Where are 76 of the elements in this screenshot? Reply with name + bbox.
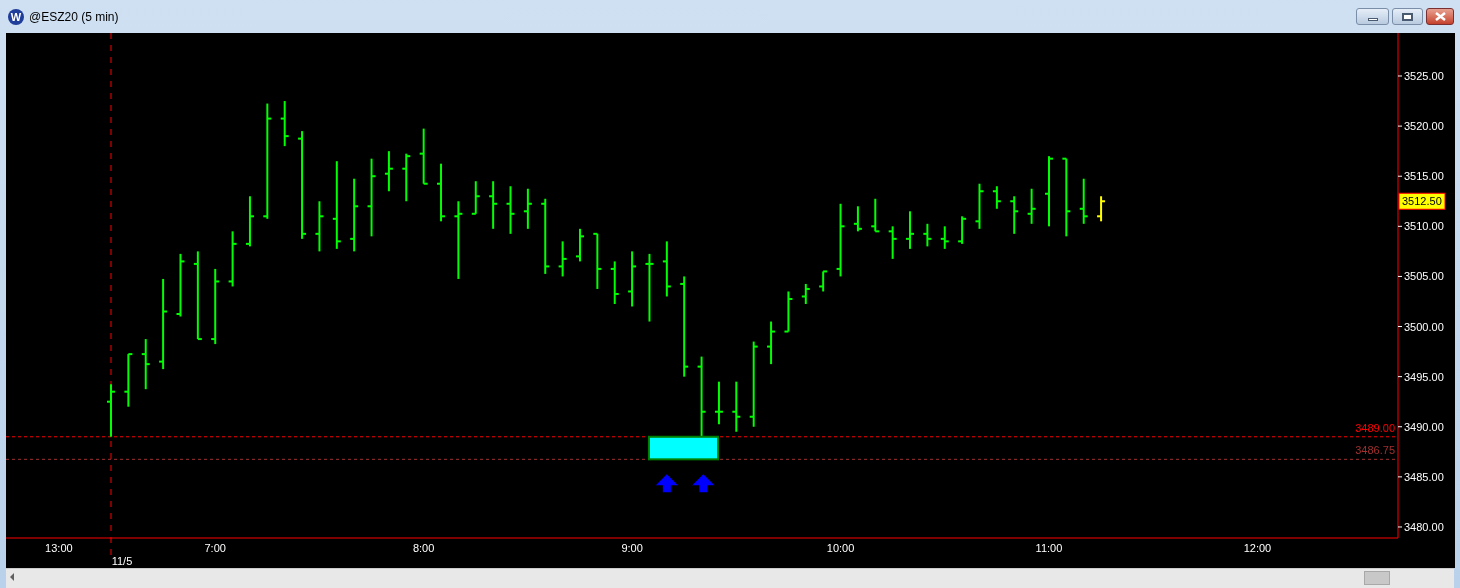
price-axis-label: 3520.00 [1404, 120, 1444, 133]
ohlc-bar [140, 338, 151, 391]
price-axis-label: 3525.00 [1404, 70, 1444, 82]
time-axis-label: 10:00 [826, 542, 855, 554]
ohlc-bar [575, 227, 585, 263]
ohlc-bar [870, 197, 881, 233]
ohlc-bar [609, 260, 620, 305]
ohlc-bar [505, 185, 516, 235]
ohlc-bar [818, 270, 829, 293]
ohlc-bar [852, 205, 863, 233]
time-axis-label: 9:00 [621, 542, 643, 554]
ohlc-bar [592, 232, 603, 290]
ohlc-bar [314, 200, 325, 253]
maximize-button[interactable] [1392, 8, 1423, 25]
date-label: 11/5 [111, 555, 133, 567]
ohlc-bar [436, 162, 447, 223]
ohlc-bar [488, 180, 499, 230]
up-arrow-icon [655, 474, 678, 493]
app-logo: W [8, 9, 24, 25]
ohlc-bar [766, 320, 777, 366]
price-axis-label: 3480.00 [1404, 521, 1444, 533]
ohlc-bar [922, 222, 933, 248]
price-axis-label: 3510.00 [1404, 220, 1444, 233]
ohlc-bar [783, 290, 794, 333]
time-axis-label: 7:00 [204, 542, 226, 554]
price-axis-label: 3485.00 [1404, 470, 1444, 483]
ohlc-bar [175, 252, 186, 318]
ohlc-bar [557, 240, 568, 278]
ohlc-bar [661, 240, 672, 298]
ohlc-bar [905, 210, 915, 250]
ohlc-bar [418, 127, 429, 185]
up-arrow-icon [692, 474, 715, 493]
time-axis-label: 12:00 [1243, 542, 1272, 554]
ohlc-bar [279, 100, 290, 148]
close-button[interactable] [1426, 8, 1454, 25]
ohlc-bar [939, 225, 950, 250]
horizontal-scrollbar[interactable] [6, 568, 1454, 588]
price-level-label: 3486.75 [1355, 444, 1395, 457]
price-axis-label: 3515.00 [1404, 170, 1444, 183]
last-price-tag: 3512.50 [1398, 192, 1446, 210]
close-icon [1434, 12, 1446, 21]
ohlc-bar [731, 380, 742, 433]
ohlc-bar [383, 150, 394, 193]
time-axis-label: 8:00 [412, 542, 435, 554]
ohlc-bar [227, 230, 238, 288]
scroll-left-icon [10, 573, 14, 581]
ohlc-bar [713, 380, 724, 426]
price-axis-label: 3505.00 [1404, 270, 1444, 283]
minimize-icon [1367, 17, 1378, 21]
price-axis-label: 3495.00 [1404, 370, 1444, 383]
ohlc-bar [644, 252, 655, 323]
ohlc-bar [123, 353, 134, 408]
ohlc-bar [957, 215, 968, 245]
ohlc-bar [1078, 177, 1089, 225]
restore-icon [1402, 12, 1413, 21]
scroll-thumb[interactable] [1364, 571, 1390, 585]
ohlc-bar [470, 180, 481, 215]
ohlc-bar [800, 282, 811, 305]
ohlc-bar [522, 187, 533, 230]
ohlc-bar [244, 195, 255, 248]
ohlc-bar [991, 185, 1002, 210]
price-axis-label: 3490.00 [1404, 420, 1444, 433]
ohlc-bar [106, 383, 116, 438]
ohlc-bar [401, 152, 412, 203]
ohlc-bar [1096, 195, 1107, 223]
ohlc-bar [1026, 187, 1037, 225]
ohlc-bar [1009, 195, 1020, 235]
time-axis-label: 13:00 [45, 542, 73, 554]
ohlc-bar [887, 225, 898, 260]
ohlc-bar [974, 182, 985, 230]
price-level-label: 3489.00 [1355, 421, 1395, 434]
time-axis-label: 11:00 [1035, 542, 1063, 554]
price-axis-label: 3500.00 [1404, 320, 1444, 333]
ohlc-bar [627, 250, 638, 308]
minimize-button[interactable] [1356, 8, 1389, 25]
window-title: @ESZ20 (5 min) [29, 9, 119, 25]
